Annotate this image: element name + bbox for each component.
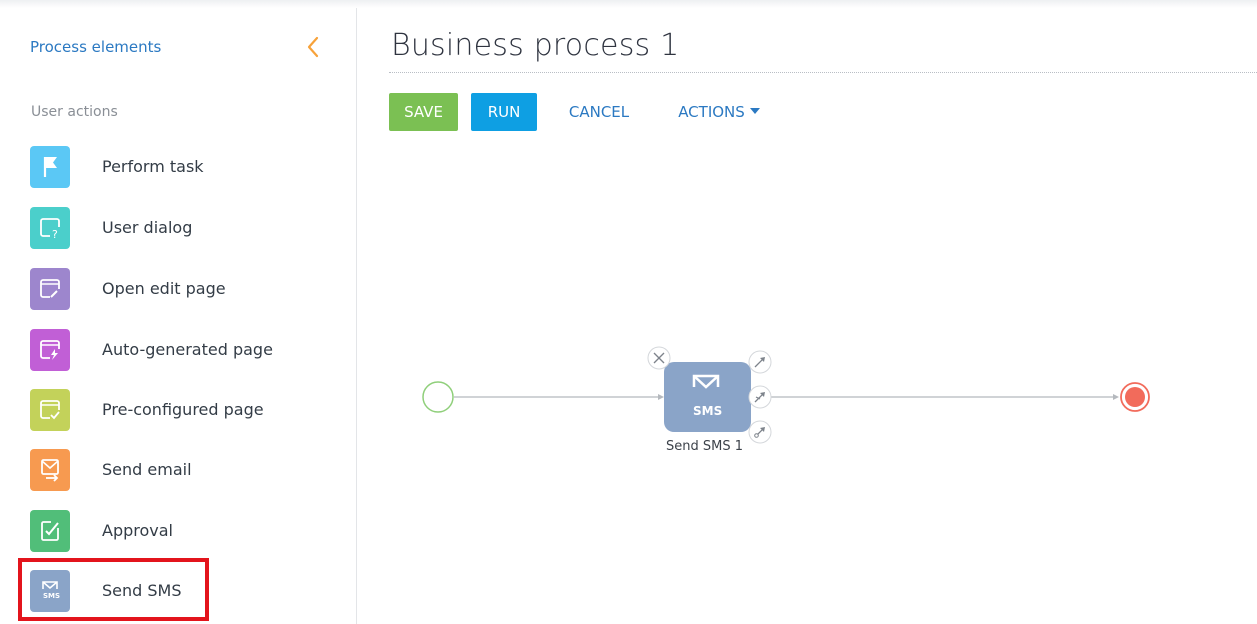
approval-icon <box>30 510 70 552</box>
node-icon-text: SMS <box>693 404 722 418</box>
sidebar-item-open-edit-page[interactable]: Open edit page <box>30 268 330 312</box>
highlight-box <box>18 558 209 621</box>
arrowhead-icon <box>658 394 664 400</box>
collapse-panel-button[interactable] <box>302 34 326 60</box>
section-user-actions: User actions <box>31 104 118 120</box>
edit-page-icon <box>30 268 70 310</box>
add-default-flow-button[interactable] <box>748 420 772 444</box>
email-icon <box>30 449 70 491</box>
chevron-left-icon <box>307 36 319 58</box>
arrowhead-icon <box>1113 394 1119 400</box>
sidebar-item-label: Pre-configured page <box>102 400 264 419</box>
sidebar-item-perform-task[interactable]: Perform task <box>30 146 330 190</box>
panel-title: Process elements <box>30 38 162 56</box>
add-sequence-flow-button[interactable] <box>748 350 772 374</box>
sidebar-item-label: Send email <box>102 460 192 479</box>
top-edge <box>0 0 1257 8</box>
process-canvas[interactable]: SMS <box>358 8 1257 624</box>
preconfigured-page-icon <box>30 389 70 431</box>
add-conditional-flow-button[interactable] <box>748 385 772 409</box>
end-event[interactable] <box>1120 382 1150 412</box>
process-designer: Business process 1 SAVE RUN CANCEL ACTIO… <box>358 8 1257 624</box>
sidebar-item-pre-configured-page[interactable]: Pre-configured page <box>30 389 330 433</box>
dialog-question-icon: ? <box>30 207 70 249</box>
send-sms-node[interactable]: SMS <box>664 362 751 432</box>
node-label: Send SMS 1 <box>666 439 743 454</box>
sidebar-item-label: User dialog <box>102 218 193 237</box>
sidebar-item-send-email[interactable]: Send email <box>30 449 330 493</box>
sidebar-item-user-dialog[interactable]: ? User dialog <box>30 207 330 251</box>
flag-icon <box>30 146 70 188</box>
start-event[interactable] <box>422 381 454 413</box>
svg-text:?: ? <box>52 228 58 241</box>
auto-page-icon <box>30 329 70 371</box>
process-elements-panel: Process elements User actions Perform ta… <box>8 8 357 624</box>
sidebar-item-label: Open edit page <box>102 279 226 298</box>
sidebar-item-approval[interactable]: Approval <box>30 510 330 554</box>
sidebar-item-label: Auto-generated page <box>102 340 273 359</box>
delete-element-button[interactable] <box>647 346 671 370</box>
sidebar-item-auto-generated-page[interactable]: Auto-generated page <box>30 329 330 373</box>
sidebar-item-label: Approval <box>102 521 173 540</box>
sidebar-item-label: Perform task <box>102 157 204 176</box>
